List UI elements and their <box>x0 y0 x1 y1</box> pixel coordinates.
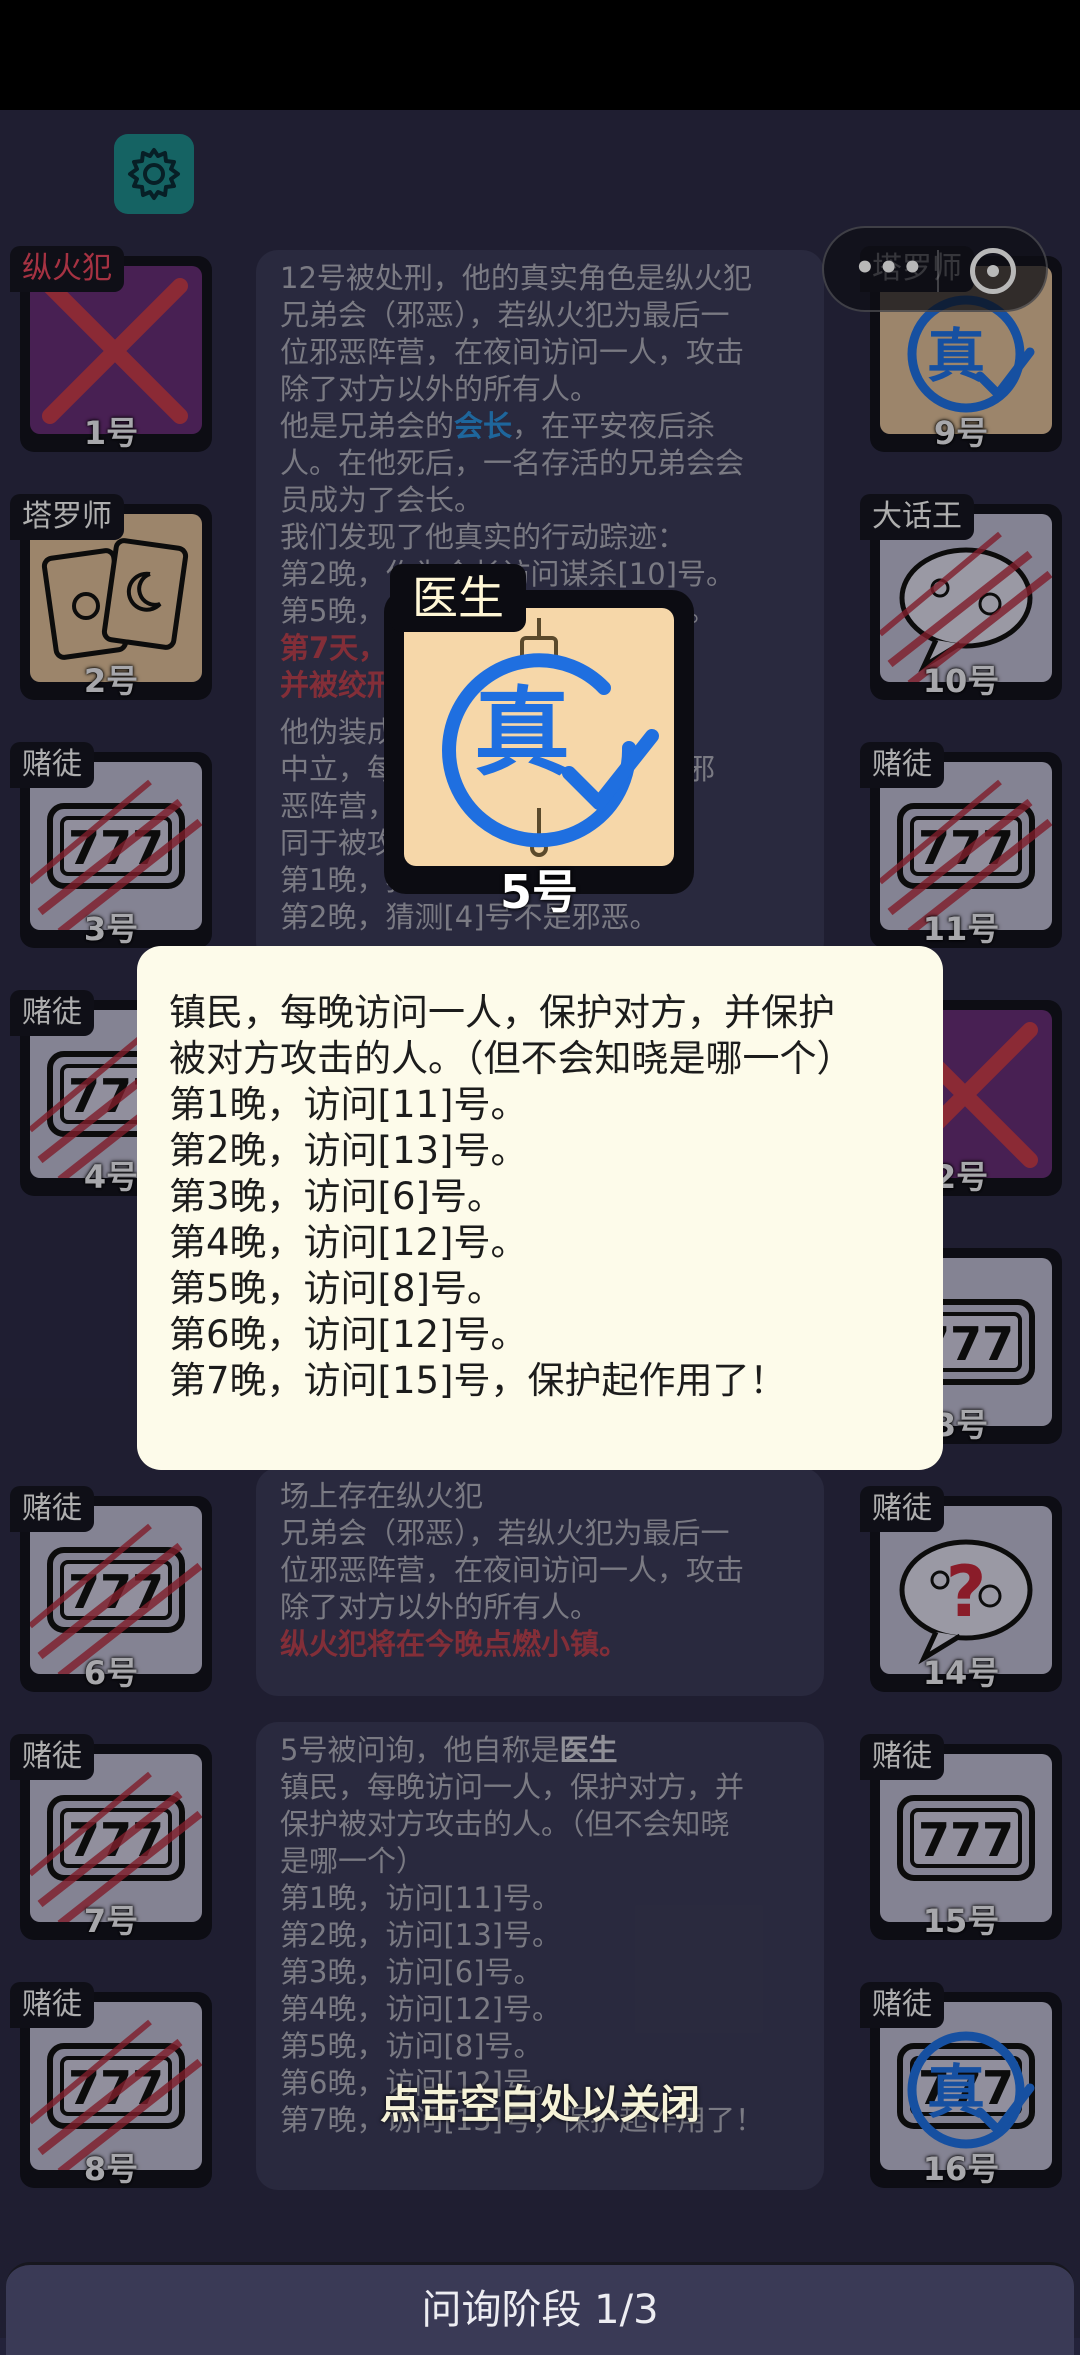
selected-player-card: 真 医生 5号 <box>384 564 698 919</box>
popup-line: 被对方攻击的人。（但不会知晓是哪一个） <box>169 1037 854 1080</box>
card-art: 真 <box>404 608 674 866</box>
true-stamp-icon: 真 <box>442 618 659 857</box>
popup-line: 第4晚，访问[12]号。 <box>169 1221 528 1264</box>
popup-line: 第1晚，访问[11]号。 <box>169 1083 528 1126</box>
popup-line: 镇民，每晚访问一人，保护对方，并保护 <box>169 991 835 1034</box>
role-detail-popup: 镇民，每晚访问一人，保护对方，并保护 被对方攻击的人。（但不会知晓是哪一个） 第1晚… <box>137 946 943 1470</box>
phase-bar: 问询阶段 1/3 <box>6 2262 1074 2355</box>
popup-line: 第2晚，访问[13]号。 <box>169 1129 528 1172</box>
phase-label: 问询阶段 1/3 <box>421 2287 659 2333</box>
close-hint: 点击空白处以关闭 <box>380 2082 700 2128</box>
status-bar <box>0 0 1080 110</box>
selected-player-number: 5号 <box>499 865 578 919</box>
popup-line: 第3晚，访问[6]号。 <box>169 1175 504 1218</box>
stamp-text: 真 <box>474 677 570 789</box>
popup-line: 第7晚，访问[15]号，保护起作用了！ <box>169 1359 787 1402</box>
popup-line: 第6晚，访问[12]号。 <box>169 1313 528 1356</box>
popup-line: 第5晚，访问[8]号。 <box>169 1267 504 1310</box>
selected-role-label: 医生 <box>390 564 526 632</box>
